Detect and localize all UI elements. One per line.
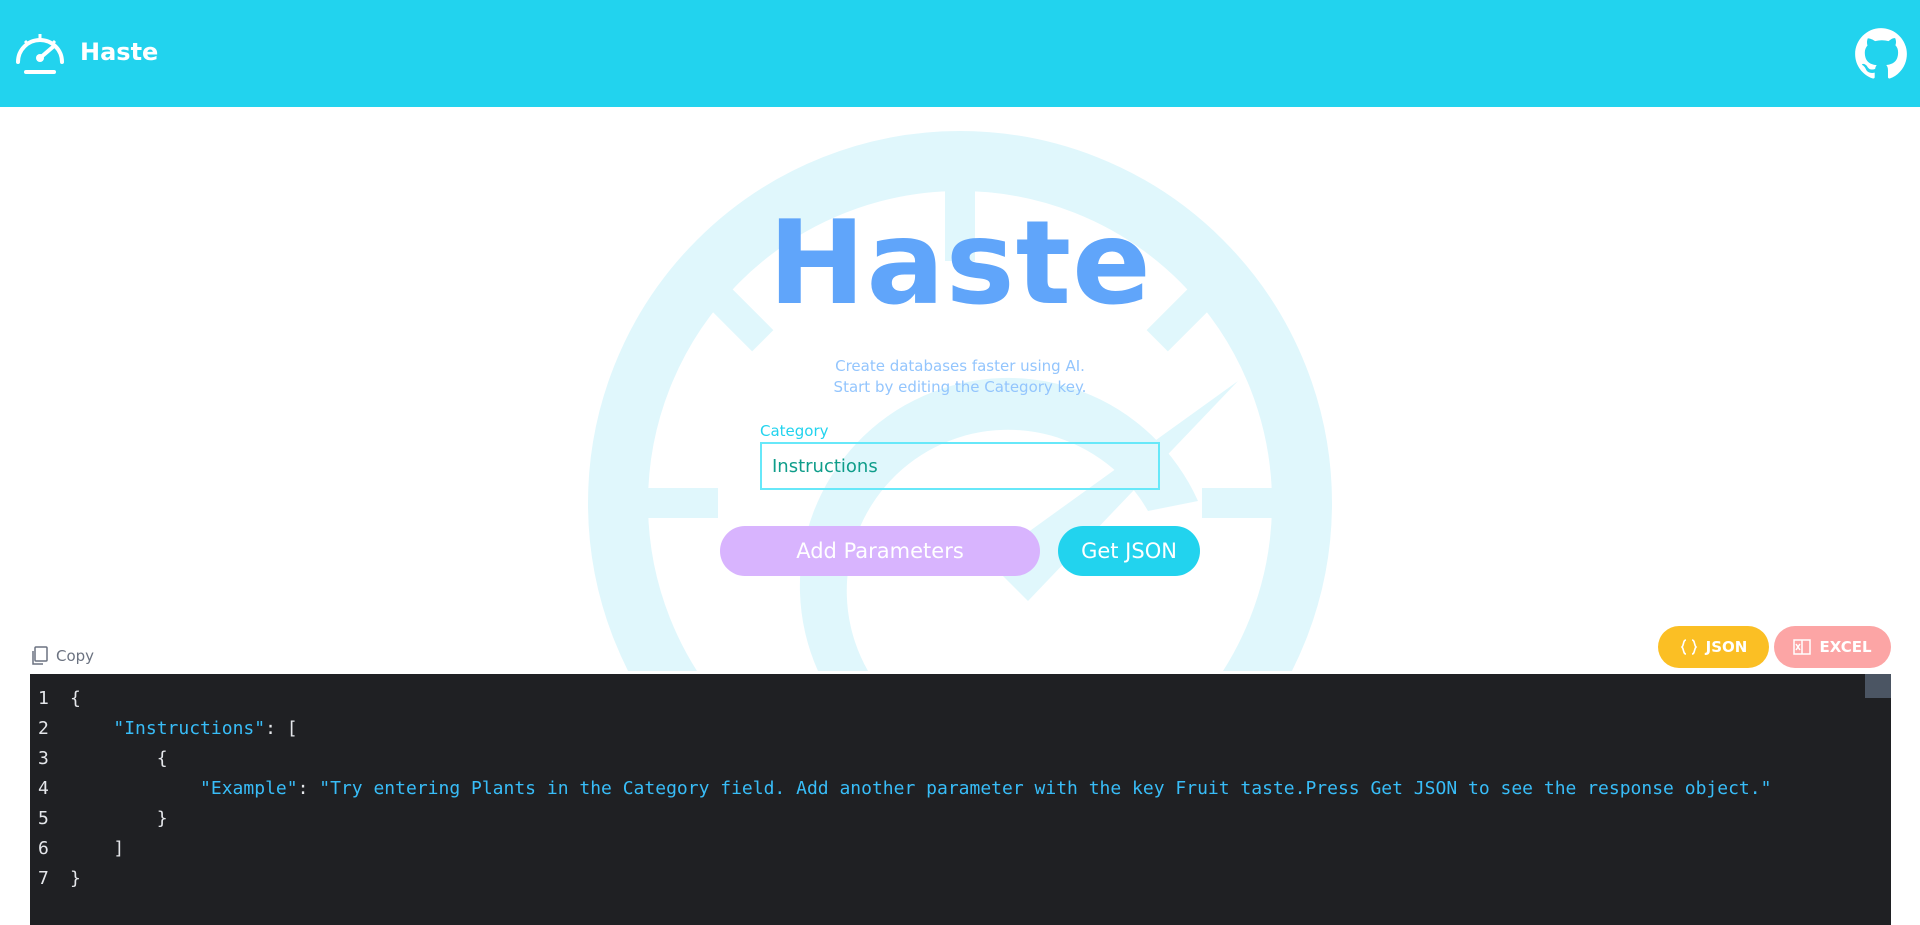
copy-button[interactable]: Copy xyxy=(30,646,94,666)
hero-subtitle-line-1: Create databases faster using AI. xyxy=(835,357,1085,375)
json-value-example: "Try entering Plants in the Category fie… xyxy=(319,778,1772,799)
hero-subtitle-line-2: Start by editing the Category key. xyxy=(833,378,1087,396)
line-number: 7 xyxy=(38,868,49,889)
braces-icon xyxy=(1680,639,1697,655)
code-line: 2 "Instructions": [ xyxy=(30,714,298,744)
category-input[interactable] xyxy=(760,442,1160,490)
code-line: 6 ] xyxy=(30,834,124,864)
json-tab-button[interactable]: JSON xyxy=(1658,626,1769,668)
code-line: 4 "Example": "Try entering Plants in the… xyxy=(30,774,1771,804)
code-line: 3 { xyxy=(30,744,168,774)
copy-icon xyxy=(32,646,48,665)
github-icon[interactable] xyxy=(1854,27,1908,81)
speedometer-logo-icon xyxy=(16,34,64,74)
line-number: 3 xyxy=(38,748,49,769)
line-number: 2 xyxy=(38,718,49,739)
copy-label: Copy xyxy=(56,647,95,665)
json-key-instructions: "Instructions" xyxy=(113,718,266,739)
json-tab-label: JSON xyxy=(1705,638,1748,656)
line-number: 1 xyxy=(38,688,49,709)
brand[interactable]: Haste xyxy=(12,26,158,78)
excel-tab-label: EXCEL xyxy=(1819,638,1872,656)
code-line: 1{ xyxy=(30,684,81,714)
line-number: 5 xyxy=(38,808,49,829)
category-label: Category xyxy=(760,422,829,440)
line-number: 4 xyxy=(38,778,49,799)
editor-minimap-thumbnail[interactable] xyxy=(1865,674,1891,698)
json-key-example: "Example" xyxy=(200,778,298,799)
app-name: Haste xyxy=(80,38,159,66)
get-json-button[interactable]: Get JSON xyxy=(1058,526,1200,576)
code-line: 7} xyxy=(30,864,81,894)
top-navigation-bar: Haste xyxy=(0,0,1920,107)
code-line: 5 } xyxy=(30,804,168,834)
add-parameters-button[interactable]: Add Parameters xyxy=(720,526,1040,576)
excel-tab-button[interactable]: EXCEL xyxy=(1774,626,1891,668)
line-number: 6 xyxy=(38,838,49,859)
excel-icon xyxy=(1793,639,1812,655)
hero-subtitle: Create databases faster using AI. Start … xyxy=(0,356,1920,398)
hero-title: Haste xyxy=(768,196,1152,331)
json-output-editor[interactable]: 1{ 2 "Instructions": [ 3 { 4 "Example": … xyxy=(30,674,1891,925)
